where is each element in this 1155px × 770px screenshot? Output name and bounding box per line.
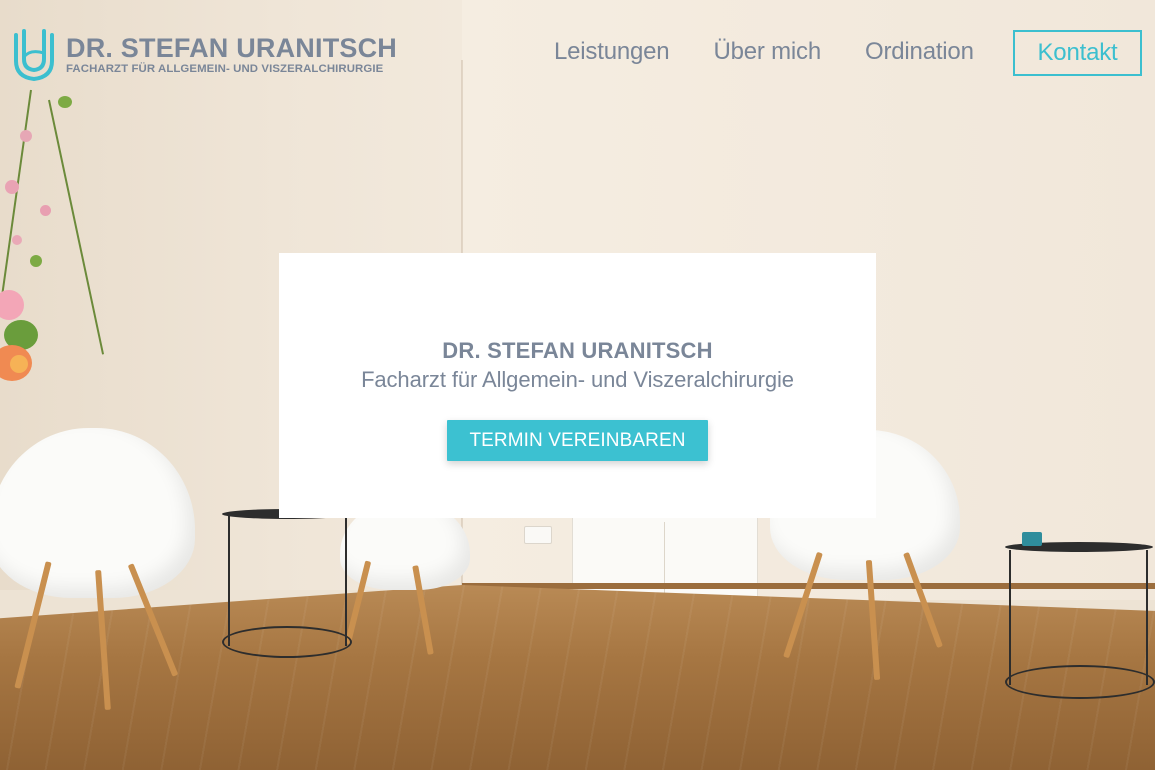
nav-item-leistungen[interactable]: Leistungen	[554, 30, 670, 74]
main-nav: Leistungen Über mich Ordination	[538, 30, 1018, 74]
u-monogram-logo-icon	[14, 29, 54, 82]
contact-button[interactable]: Kontakt	[1013, 30, 1142, 76]
hero-name: DR. STEFAN URANITSCH	[442, 338, 713, 363]
site-header: DR. STEFAN URANITSCH FACHARZT FÜR ALLGEM…	[0, 0, 1155, 110]
hero-subtitle: Facharzt für Allgemein- und Viszeralchir…	[361, 367, 794, 392]
logo-text: DR. STEFAN URANITSCH FACHARZT FÜR ALLGEM…	[66, 34, 397, 76]
logo-tagline: FACHARZT FÜR ALLGEMEIN- UND VISZERALCHIR…	[66, 63, 384, 75]
hero-section: DR. STEFAN URANITSCH FACHARZT FÜR ALLGEM…	[0, 0, 1155, 770]
logo-name: DR. STEFAN URANITSCH	[66, 33, 398, 63]
background-floor	[0, 585, 1155, 770]
nav-item-ordination[interactable]: Ordination	[865, 30, 974, 74]
background-socket	[524, 526, 552, 544]
book-appointment-button[interactable]: TERMIN VEREINBAREN	[447, 420, 708, 461]
nav-item-ueber-mich[interactable]: Über mich	[713, 30, 821, 74]
site-logo[interactable]: DR. STEFAN URANITSCH FACHARZT FÜR ALLGEM…	[12, 27, 397, 83]
hero-card: DR. STEFAN URANITSCH Facharzt für Allgem…	[279, 253, 876, 518]
